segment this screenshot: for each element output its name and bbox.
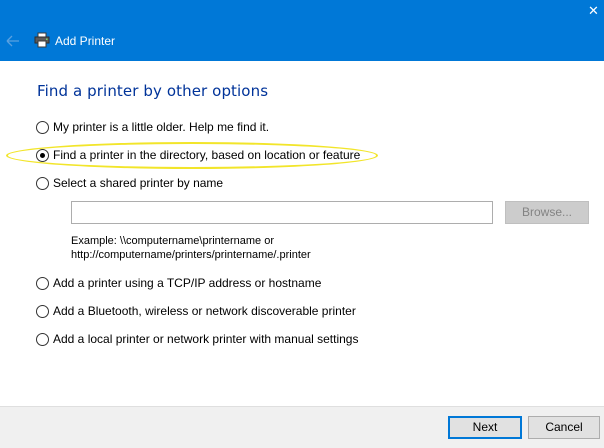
- example-line-1: Example: \\computername\printername or: [71, 235, 274, 247]
- printer-icon: [34, 32, 50, 48]
- option-label: Add a Bluetooth, wireless or network dis…: [53, 304, 356, 318]
- radio-local-printer[interactable]: [36, 332, 49, 346]
- radio-bluetooth[interactable]: [36, 304, 49, 318]
- back-arrow-icon[interactable]: [4, 32, 22, 50]
- option-local-printer[interactable]: Add a local printer or network printer w…: [36, 331, 358, 347]
- option-shared-printer[interactable]: Select a shared printer by name: [36, 175, 223, 191]
- radio-directory-search[interactable]: [36, 148, 49, 162]
- cancel-button[interactable]: Cancel: [528, 416, 600, 439]
- option-bluetooth[interactable]: Add a Bluetooth, wireless or network dis…: [36, 303, 356, 319]
- example-text: Example: \\computername\printername or h…: [71, 234, 311, 262]
- option-label: Find a printer in the directory, based o…: [53, 148, 361, 162]
- example-line-2: http://computername/printers/printername…: [71, 249, 311, 261]
- option-label: Select a shared printer by name: [53, 176, 224, 190]
- shared-printer-name-input[interactable]: [71, 201, 493, 224]
- option-label: Add a printer using a TCP/IP address or …: [53, 276, 322, 290]
- radio-older-printer[interactable]: [36, 120, 49, 134]
- radio-tcpip[interactable]: [36, 276, 49, 290]
- option-older-printer[interactable]: My printer is a little older. Help me fi…: [36, 119, 269, 135]
- close-icon[interactable]: ✕: [588, 0, 604, 24]
- title-bar: ✕ Add Printer: [0, 0, 604, 61]
- add-printer-window: ✕ Add Printer Find a printer by other op…: [0, 0, 604, 448]
- window-title: Add Printer: [55, 34, 116, 48]
- radio-shared-printer[interactable]: [36, 176, 49, 190]
- option-label: My printer is a little older. Help me fi…: [53, 120, 270, 134]
- option-directory-search[interactable]: Find a printer in the directory, based o…: [36, 147, 360, 163]
- page-heading: Find a printer by other options: [37, 82, 269, 100]
- next-button[interactable]: Next: [448, 416, 522, 439]
- option-tcpip[interactable]: Add a printer using a TCP/IP address or …: [36, 275, 321, 291]
- browse-button[interactable]: Browse...: [505, 201, 589, 224]
- option-label: Add a local printer or network printer w…: [53, 332, 359, 346]
